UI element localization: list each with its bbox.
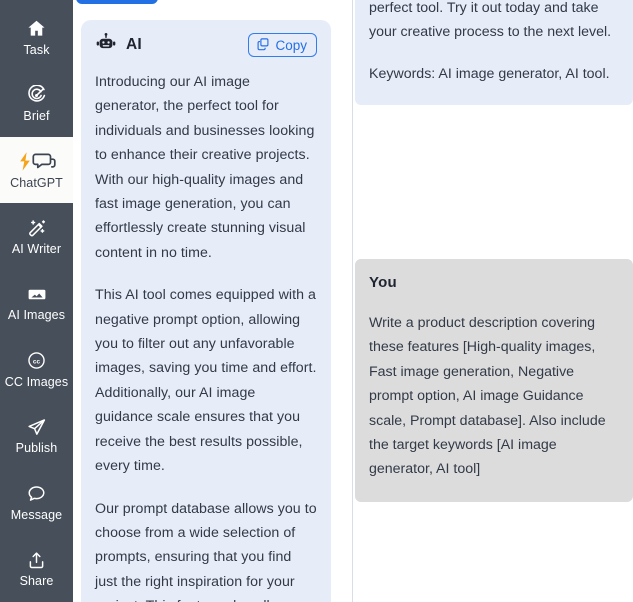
ai-output-column: AI Copy Introducing our AI image generat… bbox=[73, 0, 352, 602]
sidebar-item-label: CC Images bbox=[4, 374, 69, 389]
sidebar-item-label: Brief bbox=[23, 109, 50, 124]
magic-wand-icon bbox=[26, 217, 48, 239]
sidebar-item-label: Task bbox=[23, 42, 50, 57]
sidebar: Task Brief ChatGPT AI Writer AI Images c… bbox=[0, 0, 73, 602]
sidebar-item-task[interactable]: Task bbox=[0, 4, 73, 70]
chat-ai-paragraph: Keywords: AI image generator, AI tool. bbox=[369, 66, 610, 83]
copy-icon bbox=[256, 37, 270, 54]
sidebar-item-label: Message bbox=[10, 507, 63, 522]
sidebar-item-brief[interactable]: Brief bbox=[0, 70, 73, 136]
ai-paragraph: This AI tool comes equipped with a negat… bbox=[95, 287, 317, 475]
ai-author-label: AI bbox=[126, 36, 142, 53]
ai-paragraph: Introducing our AI image generator, the … bbox=[95, 74, 315, 261]
sidebar-item-share[interactable]: Share bbox=[0, 536, 73, 602]
target-icon bbox=[26, 84, 47, 106]
sidebar-item-label: AI Writer bbox=[11, 242, 62, 257]
chat-message-user: You Write a product description covering… bbox=[355, 259, 633, 502]
share-upload-icon bbox=[26, 549, 47, 571]
svg-text:cc: cc bbox=[33, 359, 41, 366]
ai-author: AI bbox=[95, 32, 142, 59]
column-divider bbox=[352, 0, 353, 602]
paper-plane-icon bbox=[26, 416, 47, 438]
primary-action-button[interactable] bbox=[76, 0, 158, 4]
sidebar-item-cc-images[interactable]: cc CC Images bbox=[0, 336, 73, 402]
sidebar-item-label: ChatGPT bbox=[10, 175, 63, 190]
image-icon bbox=[26, 283, 48, 305]
sidebar-item-ai-images[interactable]: AI Images bbox=[0, 270, 73, 336]
chat-bolt-icon bbox=[17, 151, 57, 173]
creative-commons-icon: cc bbox=[26, 350, 47, 372]
chat-column: Whether you're looking to create stunnin… bbox=[352, 0, 633, 602]
sidebar-item-chatgpt[interactable]: ChatGPT bbox=[0, 136, 73, 204]
ai-output-card: AI Copy Introducing our AI image generat… bbox=[81, 20, 331, 602]
robot-icon bbox=[95, 32, 117, 59]
chat-ai-paragraph: Whether you're looking to create stunnin… bbox=[369, 0, 612, 41]
chat-user-author-label: You bbox=[369, 274, 397, 291]
app-root: Task Brief ChatGPT AI Writer AI Images c… bbox=[0, 0, 633, 602]
home-icon bbox=[26, 18, 47, 40]
ai-output-body: Introducing our AI image generator, the … bbox=[95, 70, 317, 602]
sidebar-item-message[interactable]: Message bbox=[0, 469, 73, 535]
speech-bubble-icon bbox=[26, 483, 47, 505]
copy-button[interactable]: Copy bbox=[248, 32, 317, 58]
sidebar-item-publish[interactable]: Publish bbox=[0, 403, 73, 469]
chat-user-text: Write a product description covering the… bbox=[369, 315, 606, 478]
sidebar-item-label: Share bbox=[19, 574, 54, 589]
sidebar-item-label: AI Images bbox=[7, 308, 66, 323]
sidebar-item-ai-writer[interactable]: AI Writer bbox=[0, 203, 73, 269]
ai-output-card-header: AI Copy bbox=[95, 32, 317, 58]
ai-paragraph: Our prompt database allows you to choose… bbox=[95, 500, 317, 602]
sidebar-item-label: Publish bbox=[15, 441, 58, 456]
chat-message-ai: Whether you're looking to create stunnin… bbox=[355, 0, 633, 105]
copy-button-label: Copy bbox=[275, 37, 307, 53]
